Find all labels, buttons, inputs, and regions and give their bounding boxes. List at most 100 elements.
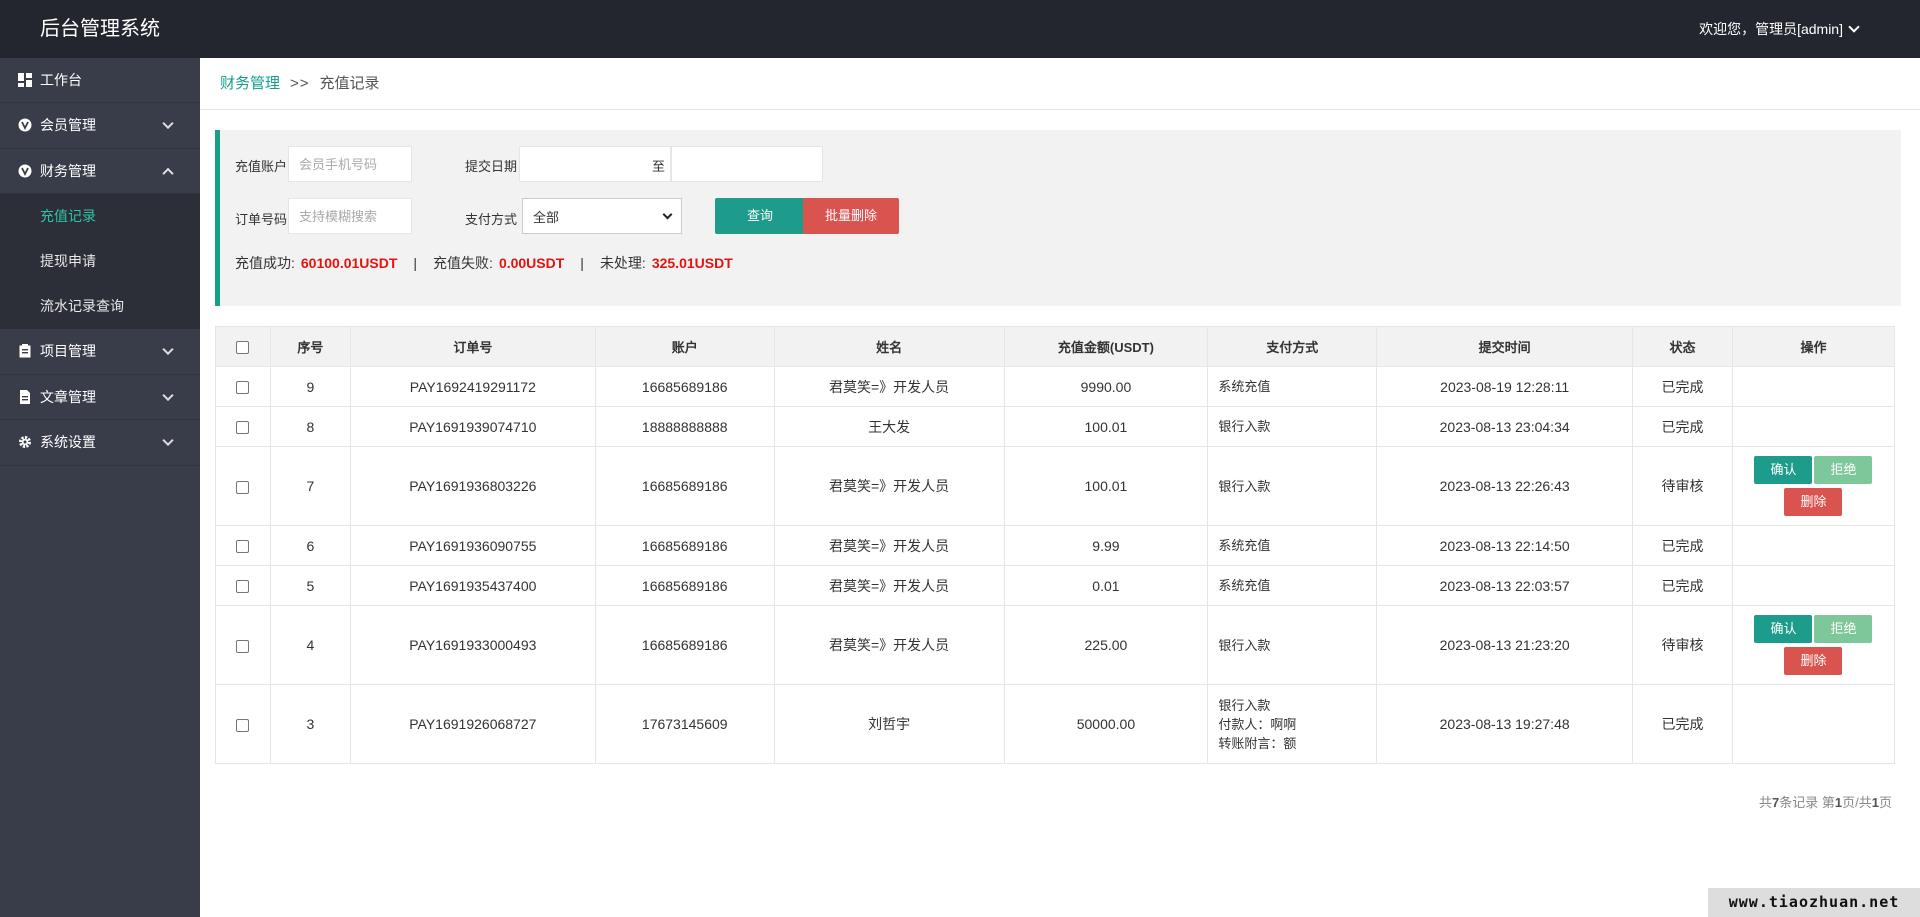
row-checkbox[interactable] [236,580,250,594]
row-status: 待审核 [1632,446,1733,526]
user-greeting: 欢迎您，管理员[admin] [1699,21,1843,37]
row-id: 9 [269,366,351,407]
table-row: 3 PAY1691926068727 17673145609 刘哲宇 50000.00 银… [215,684,1896,764]
pay-method-lines: 系统充值 [1218,576,1376,595]
sidebar-item-settings[interactable]: 系统设置 [0,420,200,466]
reject-button[interactable]: 拒绝 [1814,615,1873,643]
pay-method-line: 银行入款 [1218,697,1271,713]
row-submit-time: 2023-08-19 12:28:11 [1376,366,1634,407]
pay-method-select[interactable]: 全部 [522,198,682,234]
pagination-info: 共7条记录 第1页/共1页 [1759,792,1892,811]
col-header: 充值金额(USDT) [1003,326,1209,367]
pay-method-line: 转账附言：额 [1218,735,1297,751]
row-actions [1731,684,1896,764]
date-start-input[interactable] [519,146,671,182]
sidebar-item-finance[interactable]: 财务管理 [0,149,200,194]
confirm-button[interactable]: 确认 [1754,615,1813,643]
row-amount: 0.01 [1003,565,1209,606]
finance-submenu: 充值记录 提现申请 流水记录查询 [0,194,200,329]
select-all-checkbox[interactable] [236,341,250,355]
row-actions [1731,406,1896,447]
batch-delete-button[interactable]: 批量删除 [803,198,899,234]
sidebar-item-members[interactable]: 会员管理 [0,103,200,149]
sidebar-item-articles[interactable]: 文章管理 [0,375,200,420]
col-header: 账户 [594,326,775,367]
row-status: 已完成 [1632,406,1733,447]
top-header: 后台管理系统 欢迎您，管理员[admin] [0,0,1920,58]
row-submit-time: 2023-08-13 22:14:50 [1376,525,1634,566]
query-button[interactable]: 查询 [715,198,805,234]
table-header-row: 序号 订单号 账户 姓名 充值金额(USDT) 支付方式 提交时间 状态 操作 [215,326,1896,367]
row-status: 已完成 [1632,366,1733,407]
row-amount: 9990.00 [1003,366,1209,407]
row-amount: 100.01 [1003,406,1209,447]
summary-divider: | [413,255,418,271]
pay-method-lines: 系统充值 [1218,536,1376,555]
breadcrumb-parent-link[interactable]: 财务管理 [220,58,280,110]
date-end-input[interactable] [671,146,823,182]
table-row: 8 PAY1691939074710 18888888888 王大发 100.01 银行入… [215,406,1896,447]
account-input[interactable] [288,146,412,182]
row-actions [1731,525,1896,566]
sidebar-item-projects[interactable]: 项目管理 [0,329,200,375]
pay-method-line: 系统充值 [1218,379,1271,394]
row-name: 王大发 [773,406,1005,447]
breadcrumb: 财务管理 >> 充值记录 [220,58,380,110]
sidebar-item-label: 项目管理 [40,343,96,360]
row-id: 3 [269,684,351,764]
row-actions: 确认 拒绝删除 [1731,446,1896,526]
sidebar-subitem-recharge-records[interactable]: 充值记录 [0,194,200,239]
row-submit-time: 2023-08-13 22:03:57 [1376,565,1634,606]
row-account: 17673145609 [594,684,775,764]
row-account: 18888888888 [594,406,775,447]
row-order-number: PAY1691936090755 [349,525,596,566]
pager-text: 共 [1759,795,1773,810]
confirm-button[interactable]: 确认 [1754,456,1813,484]
row-checkbox[interactable] [236,381,250,395]
row-actions: 确认 拒绝删除 [1731,605,1896,685]
pending-label: 未处理: [599,255,646,271]
row-order-number: PAY1692419291172 [349,366,596,407]
sidebar: 工作台 会员管理 财务管理 充值记录 提现申请 流水记录查询 项目管理 文章管理 [0,58,200,917]
row-actions [1731,565,1896,606]
row-select-cell [215,605,271,685]
delete-button[interactable]: 删除 [1784,488,1843,516]
sidebar-item-dashboard[interactable]: 工作台 [0,58,200,103]
row-account: 16685689186 [594,605,775,685]
pager-text: 条记录 第 [1779,795,1835,810]
sidebar-subitem-transaction-query[interactable]: 流水记录查询 [0,284,200,329]
success-label: 充值成功: [235,255,295,271]
site-watermark: www.tiaozhuan.net [1708,888,1920,917]
row-action-group: 确认 拒绝删除 [1748,615,1878,675]
row-checkbox[interactable] [236,421,250,435]
row-checkbox[interactable] [236,718,250,732]
col-header: 提交时间 [1376,326,1634,367]
sidebar-subitem-withdraw-requests[interactable]: 提现申请 [0,239,200,284]
row-id: 4 [269,605,351,685]
document-icon [18,389,32,404]
row-select-cell [215,406,271,447]
row-order-number: PAY1691936803226 [349,446,596,526]
recharge-table: 序号 订单号 账户 姓名 充值金额(USDT) 支付方式 提交时间 状态 操作 … [215,326,1896,764]
delete-button[interactable]: 删除 [1784,647,1843,675]
chevron-up-icon [162,167,174,179]
row-name: 君莫笑=》开发人员 [773,565,1005,606]
reject-button[interactable]: 拒绝 [1814,456,1873,484]
user-menu[interactable]: 欢迎您，管理员[admin] [1699,0,1860,58]
row-checkbox[interactable] [236,480,250,494]
row-select-cell [215,446,271,526]
row-checkbox[interactable] [236,639,250,653]
row-actions [1731,366,1896,407]
order-number-input[interactable] [288,198,412,234]
chevron-down-icon [162,434,174,447]
row-account: 16685689186 [594,366,775,407]
row-id: 6 [269,525,351,566]
row-pay-method: 银行入款 [1207,446,1378,526]
row-account: 16685689186 [594,446,775,526]
row-checkbox[interactable] [236,540,250,554]
fail-value: 0.00USDT [498,255,565,271]
row-action-group: 确认 拒绝删除 [1748,456,1878,516]
row-pay-method: 系统充值 [1207,366,1378,407]
chevron-down-icon [162,117,174,130]
dashboard-icon [18,73,32,87]
